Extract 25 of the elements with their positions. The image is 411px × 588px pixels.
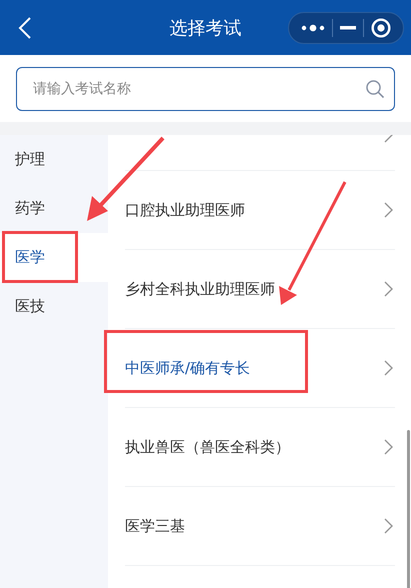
chevron-icon <box>384 202 393 218</box>
exam-name: 乡村全科执业助理医师 <box>125 280 275 298</box>
exam-list-item[interactable]: 执业兽医（兽医全科类） <box>125 408 395 487</box>
exam-name: 口腔执业助理医师 <box>125 200 245 220</box>
back-icon[interactable] <box>18 16 32 40</box>
search-icon[interactable] <box>365 78 385 98</box>
minimize-icon[interactable] <box>340 26 356 30</box>
search-field[interactable]: 请输入考试名称 <box>16 66 395 110</box>
chevron-icon <box>384 518 393 534</box>
exam-list-item[interactable]: 中医师承/确有专长 <box>125 329 395 408</box>
chevron-icon <box>384 439 393 455</box>
exam-name: 医学三基 <box>125 516 185 536</box>
chevron-icon <box>384 281 393 297</box>
exam-list-item[interactable]: 口腔执业助理医师 <box>125 171 395 250</box>
exam-name: 中医师承/确有专长 <box>125 358 250 378</box>
exam-list-item[interactable]: 医学三基 <box>125 487 395 566</box>
chevron-icon <box>384 360 393 376</box>
more-icon[interactable] <box>300 24 325 32</box>
category-tab[interactable]: 护理 <box>0 135 108 184</box>
category-tab[interactable]: 药学 <box>0 184 108 233</box>
exam-name: 执业兽医（兽医全科类） <box>125 438 290 456</box>
category-tab[interactable]: 医技 <box>0 282 108 331</box>
close-icon[interactable] <box>371 18 392 38</box>
category-tab[interactable]: 医学 <box>0 233 108 282</box>
page-title: 选择考试 <box>168 16 242 40</box>
